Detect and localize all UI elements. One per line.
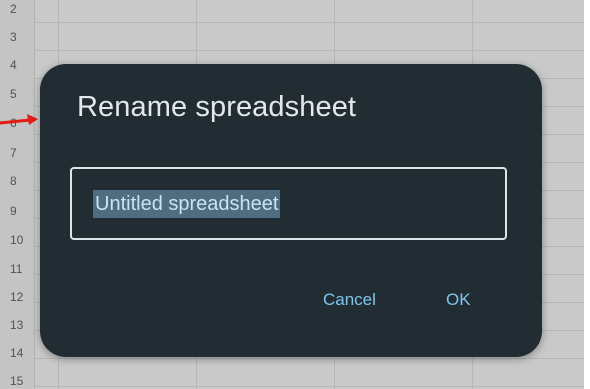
row-number[interactable]: 10 [10, 233, 23, 247]
grid-line [0, 358, 590, 359]
row-number[interactable]: 4 [10, 58, 17, 72]
spreadsheet-name-input-value[interactable]: Untitled spreadsheet [93, 189, 281, 218]
sheet-edge [584, 0, 590, 389]
row-number[interactable]: 2 [10, 2, 17, 16]
red-arrow-icon [0, 114, 38, 125]
cancel-button[interactable]: Cancel [323, 290, 376, 310]
rename-dialog: Rename spreadsheet Untitled spreadsheet … [40, 64, 542, 357]
row-number[interactable]: 11 [10, 262, 22, 276]
row-number[interactable]: 7 [10, 146, 17, 160]
row-number[interactable]: 5 [10, 87, 17, 101]
grid-line [0, 22, 590, 23]
ok-button[interactable]: OK [446, 290, 471, 310]
row-header-column: 2 3 4 5 6 7 8 9 10 11 12 13 14 15 [0, 0, 35, 389]
row-number[interactable]: 12 [10, 290, 23, 304]
row-number[interactable]: 13 [10, 318, 23, 332]
row-number[interactable]: 9 [10, 204, 17, 218]
spreadsheet-name-field[interactable]: Untitled spreadsheet [70, 167, 507, 240]
row-number[interactable]: 8 [10, 174, 17, 188]
dialog-title: Rename spreadsheet [77, 91, 357, 123]
row-number[interactable]: 3 [10, 30, 17, 44]
row-number[interactable]: 14 [10, 346, 23, 360]
row-number[interactable]: 15 [10, 374, 23, 388]
grid-line [0, 50, 590, 51]
grid-line [0, 386, 590, 387]
